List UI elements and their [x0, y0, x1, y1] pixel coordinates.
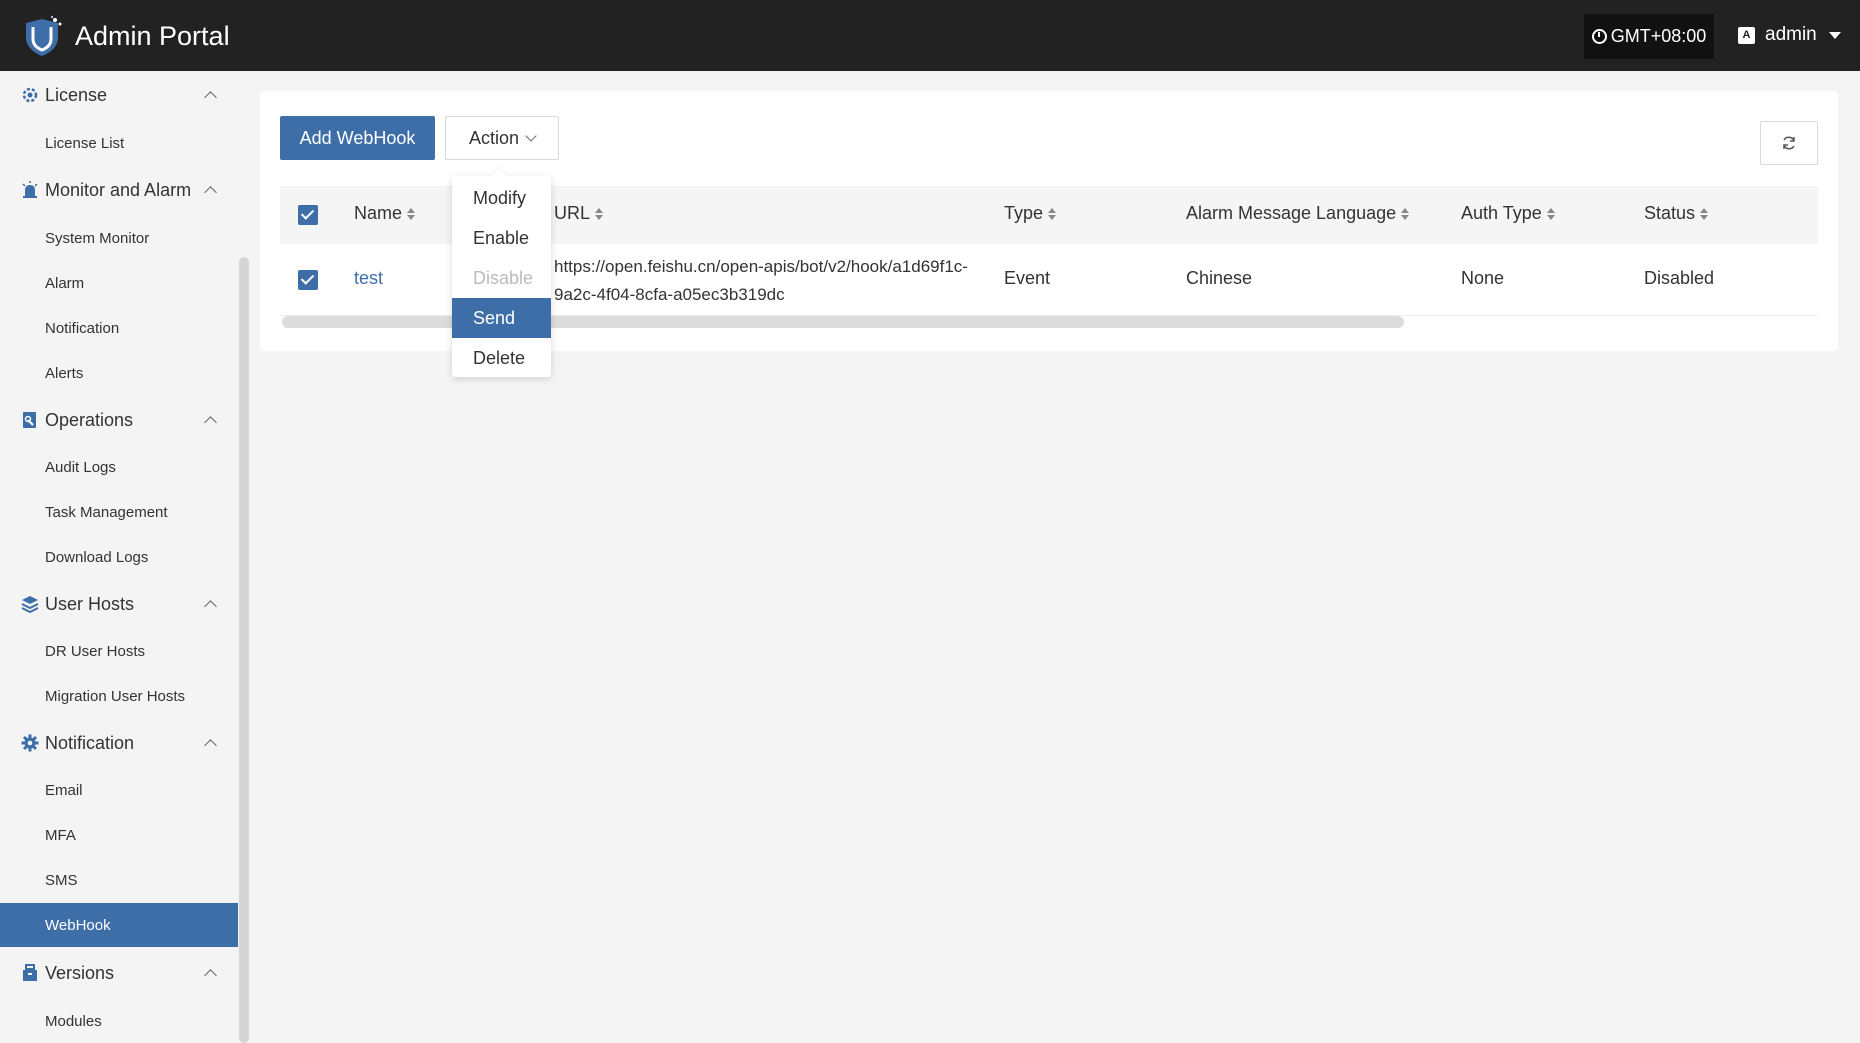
menu-item-modify[interactable]: Modify — [452, 178, 551, 218]
sidebar-scrollbar[interactable] — [239, 257, 249, 1043]
sidebar-group-monitor-alarm[interactable]: Monitor and Alarm — [0, 170, 238, 210]
sidebar-group-label: Operations — [45, 409, 134, 430]
sort-icon[interactable] — [1546, 207, 1555, 220]
sidebar-group-label: User Hosts — [45, 593, 135, 614]
menu-item-delete[interactable]: Delete — [452, 338, 551, 378]
sidebar-item-audit-logs[interactable]: Audit Logs — [0, 445, 238, 489]
column-header-status[interactable]: Status — [1644, 203, 1709, 224]
column-header-name[interactable]: Name — [354, 203, 416, 224]
sidebar-item-alarm[interactable]: Alarm — [0, 261, 238, 305]
gear-icon — [21, 734, 39, 752]
sidebar-item-alerts[interactable]: Alerts — [0, 351, 238, 395]
menu-item-disable: Disable — [473, 267, 534, 288]
column-label: URL — [554, 203, 591, 223]
username: admin — [1765, 24, 1817, 45]
caret-down-icon — [1828, 31, 1841, 39]
refresh-icon — [1783, 136, 1795, 150]
sidebar-item-webhook[interactable]: WebHook — [0, 903, 238, 947]
sidebar-group-label: Monitor and Alarm — [45, 179, 192, 200]
sidebar-item-license-list[interactable]: License List — [0, 121, 238, 165]
row-checkbox[interactable] — [298, 270, 318, 290]
sidebar-group-label: License — [45, 84, 108, 105]
timezone-button[interactable]: GMT+08:00 — [1584, 14, 1714, 59]
sort-icon[interactable] — [595, 207, 604, 220]
column-label: Name — [354, 203, 403, 223]
add-webhook-button[interactable]: Add WebHook — [280, 116, 435, 160]
sidebar-item-dr-user-hosts[interactable]: DR User Hosts — [0, 629, 238, 673]
sort-icon[interactable] — [407, 207, 416, 220]
column-header-language[interactable]: Alarm Message Language — [1186, 203, 1410, 224]
sidebar-group-label: Versions — [45, 962, 115, 983]
clock-icon — [1591, 29, 1607, 44]
sidebar-item-mfa[interactable]: MFA — [0, 813, 238, 857]
chevron-up-icon[interactable] — [204, 186, 217, 199]
chevron-up-icon[interactable] — [204, 416, 217, 429]
sidebar-group-operations[interactable]: Operations — [0, 400, 238, 440]
sidebar-item-task-management[interactable]: Task Management — [0, 490, 238, 534]
column-label: Status — [1644, 203, 1696, 223]
action-label: Action — [468, 127, 520, 148]
app-title: Admin Portal — [75, 21, 230, 51]
layers-icon — [21, 596, 39, 613]
sidebar-group-user-hosts[interactable]: User Hosts — [0, 584, 238, 624]
column-label: Alarm Message Language — [1186, 203, 1397, 223]
sidebar-item-system-monitor[interactable]: System Monitor — [0, 216, 238, 260]
operations-icon — [23, 412, 36, 428]
menu-item-enable[interactable]: Enable — [452, 218, 551, 258]
sidebar-item-sms[interactable]: SMS — [0, 858, 238, 902]
cell-status: Disabled — [1644, 268, 1715, 288]
sidebar-group-notification[interactable]: Notification — [0, 723, 238, 763]
sort-icon[interactable] — [1401, 207, 1410, 220]
package-icon — [23, 964, 37, 981]
alarm-icon — [22, 181, 38, 198]
column-label: Type — [1004, 203, 1044, 223]
chevron-up-icon[interactable] — [204, 91, 217, 104]
action-dropdown-menu: Modify Enable Disable Send Delete — [452, 176, 551, 377]
cell-url: https://open.feishu.cn/open-apis/bot/v2/… — [554, 257, 968, 304]
sidebar: License License List Monitor and Alarm S… — [0, 71, 238, 1043]
sort-icon[interactable] — [1700, 207, 1709, 220]
sidebar-group-license[interactable]: License — [0, 75, 238, 115]
top-bar: Admin Portal GMT+08:00 A admin — [0, 0, 1860, 71]
refresh-button[interactable] — [1760, 121, 1818, 165]
chevron-up-icon[interactable] — [204, 600, 217, 613]
webhook-name-link[interactable]: test — [354, 268, 383, 289]
select-all-checkbox[interactable] — [298, 205, 318, 225]
column-header-auth-type[interactable]: Auth Type — [1461, 203, 1555, 224]
sidebar-item-email[interactable]: Email — [0, 768, 238, 812]
logo-icon — [26, 15, 62, 56]
user-menu[interactable]: A admin — [1738, 24, 1841, 46]
language-icon: A — [1738, 26, 1755, 44]
timezone-label: GMT+08:00 — [1610, 26, 1707, 46]
sidebar-item-notification[interactable]: Notification — [0, 306, 238, 350]
sort-icon[interactable] — [1048, 207, 1057, 220]
chevron-down-icon — [525, 130, 537, 142]
chevron-up-icon[interactable] — [204, 739, 217, 752]
cell-auth-type: None — [1461, 268, 1505, 288]
table-horizontal-scrollbar[interactable] — [282, 316, 1404, 328]
chevron-up-icon[interactable] — [204, 969, 217, 982]
column-header-type[interactable]: Type — [1004, 203, 1057, 224]
action-dropdown-button[interactable]: Action — [445, 116, 559, 160]
menu-item-send[interactable]: Send — [452, 298, 551, 338]
cell-language: Chinese — [1186, 268, 1253, 288]
column-label: Auth Type — [1461, 203, 1542, 223]
sidebar-item-migration-user-hosts[interactable]: Migration User Hosts — [0, 674, 238, 718]
sidebar-item-download-logs[interactable]: Download Logs — [0, 535, 238, 579]
sidebar-item-modules[interactable]: Modules — [0, 999, 238, 1043]
sidebar-group-versions[interactable]: Versions — [0, 953, 238, 993]
column-header-url[interactable]: URL — [554, 203, 604, 224]
cell-type: Event — [1004, 268, 1051, 288]
sidebar-group-label: Notification — [45, 732, 135, 753]
license-icon — [22, 87, 38, 103]
